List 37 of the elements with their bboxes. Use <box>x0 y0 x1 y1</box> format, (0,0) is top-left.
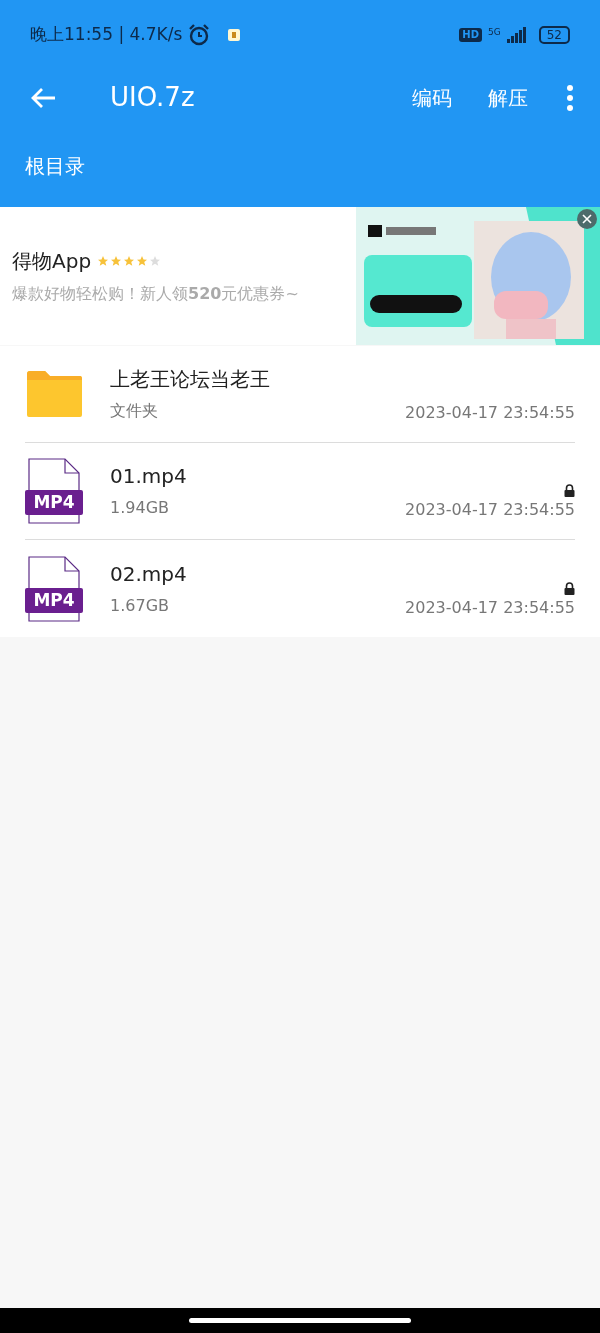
file-date: 2023-04-17 23:54:55 <box>405 597 575 619</box>
status-time: 晚上11:55 | 4.7K/s <box>30 23 183 47</box>
file-date: 2023-04-17 23:54:55 <box>405 402 575 424</box>
notification-icon <box>228 29 241 41</box>
file-meta: 1.67GB <box>110 594 170 617</box>
ad-description: 爆款好物轻松购！新人领520元优惠券~ <box>12 283 300 305</box>
file-meta: 文件夹 <box>110 400 159 422</box>
network-type: 5G <box>488 28 501 37</box>
more-icon <box>567 84 573 111</box>
file-name: 02.mp4 <box>110 560 188 587</box>
file-meta: 1.94GB <box>110 497 170 519</box>
close-icon <box>582 214 592 224</box>
star-icon <box>136 255 149 267</box>
more-menu-button[interactable] <box>564 82 576 113</box>
file-date: 2023-04-17 23:54:55 <box>405 499 575 521</box>
ad-title: 得物App <box>12 248 92 275</box>
star-icon <box>123 255 136 267</box>
folder-icon <box>25 370 83 418</box>
file-type-label: MP4 <box>33 494 75 511</box>
toolbar-title: UIO.7z <box>110 81 196 114</box>
hd-badge: HD <box>459 28 482 42</box>
file-row[interactable]: 上老王论坛当老王 文件夹 2023-04-17 23:54:55 <box>25 346 575 443</box>
star-icon <box>149 255 162 267</box>
back-arrow-icon <box>30 86 56 109</box>
signal-icon <box>506 27 527 43</box>
file-name: 上老王论坛当老王 <box>110 366 271 392</box>
file-icon <box>25 555 83 622</box>
file-icon <box>25 458 83 524</box>
star-icon <box>110 255 123 267</box>
file-name: 01.mp4 <box>110 463 188 489</box>
file-row[interactable]: MP4 02.mp4 1.67GB 2023-04-17 23:54:55 <box>25 540 575 637</box>
star-icon <box>97 255 110 267</box>
file-row[interactable]: MP4 01.mp4 1.94GB 2023-04-17 23:54:55 <box>25 443 575 540</box>
alarm-icon <box>188 24 211 46</box>
ad-banner[interactable]: 得物App 爆款好物轻松购！新人领520元优惠券~ <box>0 207 600 345</box>
file-type-label: MP4 <box>33 591 75 609</box>
battery-indicator: 52 <box>538 26 570 44</box>
